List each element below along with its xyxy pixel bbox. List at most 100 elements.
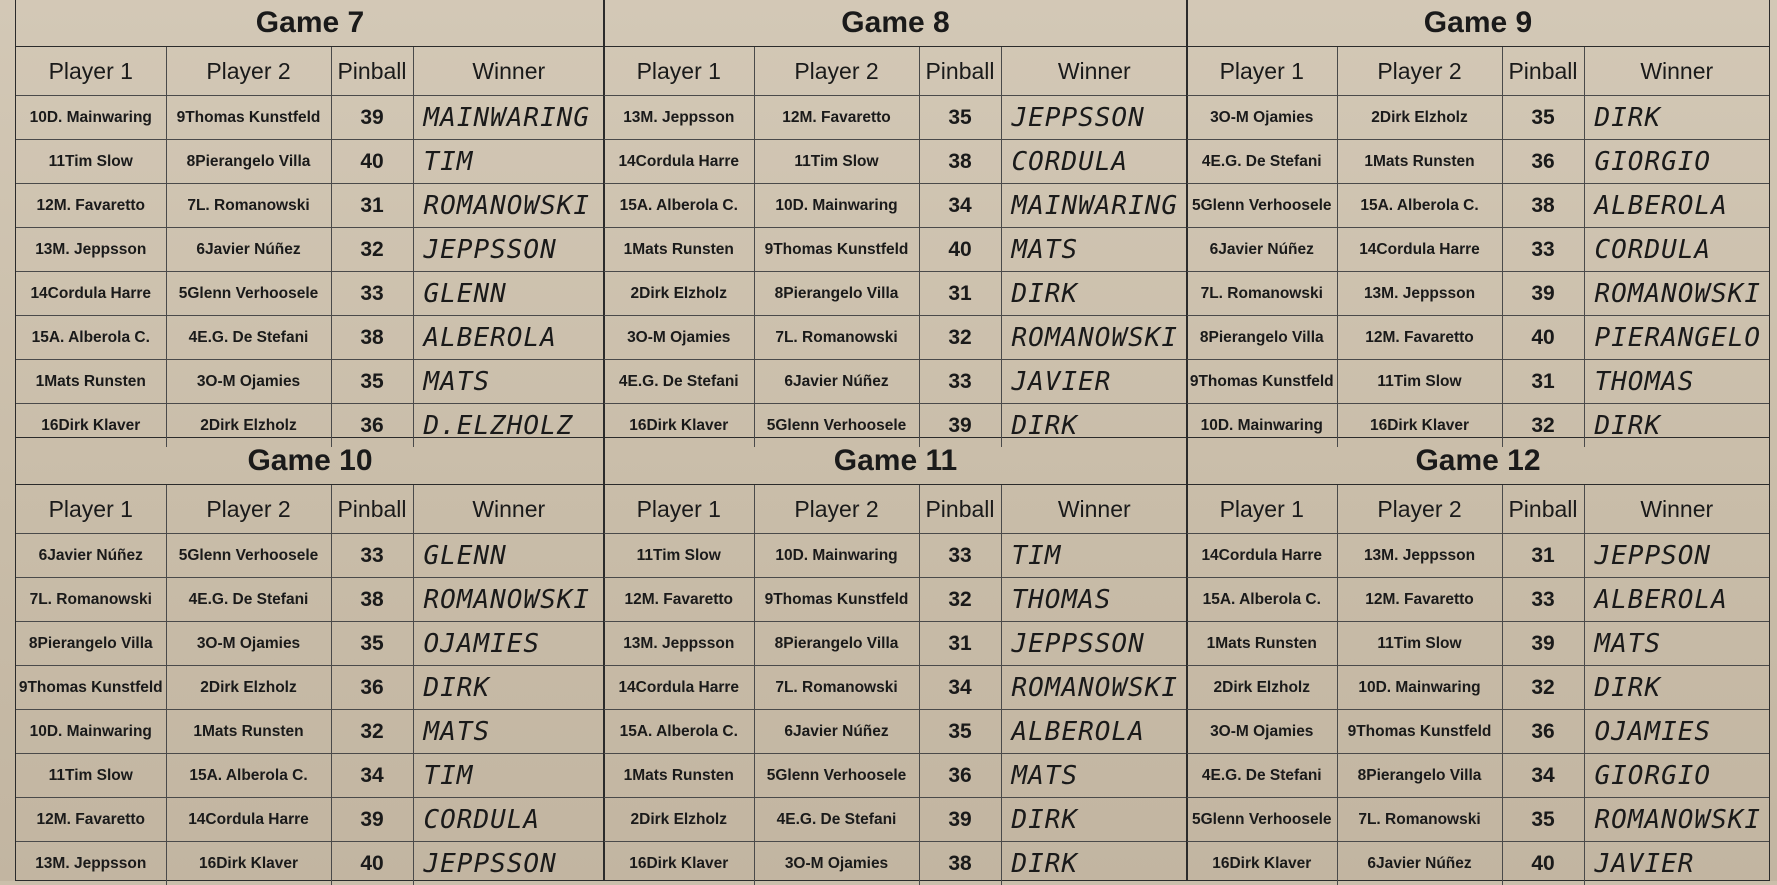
player2-cell: 6Javier Núñez (754, 710, 919, 754)
player1-cell: 13M. Jeppsson (604, 96, 754, 140)
player1-cell: 4E.G. De Stefani (1187, 140, 1337, 184)
player1-cell: 12M. Favaretto (16, 798, 166, 842)
winner-handwritten: TIM (1001, 534, 1187, 578)
player2-cell: 16Dirk Klaver (166, 842, 331, 885)
game-panel: Game 10Player 1Player 2PinballWinner6Jav… (15, 438, 605, 881)
player1-cell: 7L. Romanowski (1187, 272, 1337, 316)
winner-handwritten: CORDULA (1584, 228, 1769, 272)
winner-handwritten: MATS (413, 710, 604, 754)
player2-cell: 2Dirk Elzholz (1337, 96, 1502, 140)
winner-handwritten: CORDULA (1001, 140, 1187, 184)
game-panel: Game 9Player 1Player 2PinballWinner3O-M … (1186, 0, 1770, 438)
player1-cell: 13M. Jeppsson (604, 622, 754, 666)
header-row: Player 1Player 2PinballWinner (16, 485, 604, 534)
player1-cell: 13M. Jeppsson (16, 228, 166, 272)
player2-cell: 13M. Jeppsson (1337, 534, 1502, 578)
player2-header: Player 2 (754, 485, 919, 534)
player2-cell: 7L. Romanowski (166, 184, 331, 228)
winner-header: Winner (1001, 485, 1187, 534)
player2-cell: 5Glenn Verhoosele (166, 534, 331, 578)
player2-cell: 8Pierangelo Villa (754, 622, 919, 666)
table-row: 10D. Mainwaring1Mats Runsten32MATS (16, 710, 604, 754)
player1-cell: 9Thomas Kunstfeld (16, 666, 166, 710)
table-row: 1Mats Runsten5Glenn Verhoosele36MATS (604, 754, 1187, 798)
player1-cell: 8Pierangelo Villa (1187, 316, 1337, 360)
pinball-cell: 39 (331, 798, 413, 842)
player2-cell: 4E.G. De Stefani (754, 798, 919, 842)
player2-cell: 5Glenn Verhoosele (754, 754, 919, 798)
player1-cell: 15A. Alberola C. (16, 316, 166, 360)
player2-cell: 15A. Alberola C. (1337, 184, 1502, 228)
pinball-cell: 38 (1502, 184, 1584, 228)
player1-cell: 5Glenn Verhoosele (1187, 798, 1337, 842)
player1-cell: 6Javier Núñez (1187, 228, 1337, 272)
winner-handwritten: ALBEROLA (413, 316, 604, 360)
player2-header: Player 2 (166, 485, 331, 534)
player2-cell: 11Tim Slow (1337, 360, 1502, 404)
pinball-cell: 32 (919, 316, 1001, 360)
player1-cell: 14Cordula Harre (604, 140, 754, 184)
player1-cell: 15A. Alberola C. (604, 710, 754, 754)
player2-cell: 5Glenn Verhoosele (166, 272, 331, 316)
table-row: 12M. Favaretto7L. Romanowski31ROMANOWSKI (16, 184, 604, 228)
table-row: 15A. Alberola C.12M. Favaretto33ALBEROLA (1187, 578, 1769, 622)
pinball-cell: 31 (1502, 360, 1584, 404)
pinball-cell: 32 (1502, 666, 1584, 710)
winner-header: Winner (413, 485, 604, 534)
winner-handwritten: THOMAS (1584, 360, 1769, 404)
pinball-cell: 35 (1502, 798, 1584, 842)
player2-cell: 4E.G. De Stefani (166, 316, 331, 360)
winner-handwritten: JEPPSSON (413, 228, 604, 272)
pinball-cell: 38 (919, 842, 1001, 885)
pinball-cell: 36 (1502, 710, 1584, 754)
game-title: Game 11 (604, 438, 1187, 485)
table-row: 14Cordula Harre11Tim Slow38CORDULA (604, 140, 1187, 184)
winner-header: Winner (1584, 47, 1769, 96)
player1-cell: 1Mats Runsten (1187, 622, 1337, 666)
player1-cell: 13M. Jeppsson (16, 842, 166, 885)
table-row: 12M. Favaretto14Cordula Harre39CORDULA (16, 798, 604, 842)
pinball-cell: 34 (1502, 754, 1584, 798)
winner-handwritten: ALBEROLA (1584, 184, 1769, 228)
winner-handwritten: MAINWARING (1001, 184, 1187, 228)
table-row: 14Cordula Harre7L. Romanowski34ROMANOWSK… (604, 666, 1187, 710)
winner-handwritten: GIORGIO (1584, 754, 1769, 798)
winner-handwritten: MATS (1584, 622, 1769, 666)
table-row: 5Glenn Verhoosele15A. Alberola C.38ALBER… (1187, 184, 1769, 228)
winner-handwritten: OJAMIES (413, 622, 604, 666)
header-row: Player 1Player 2PinballWinner (1187, 47, 1769, 96)
winner-header: Winner (1584, 485, 1769, 534)
table-row: 15A. Alberola C.4E.G. De Stefani38ALBERO… (16, 316, 604, 360)
player2-cell: 13M. Jeppsson (1337, 272, 1502, 316)
header-row: Player 1Player 2PinballWinner (16, 47, 604, 96)
table-row: 9Thomas Kunstfeld2Dirk Elzholz36DIRK (16, 666, 604, 710)
player2-cell: 9Thomas Kunstfeld (754, 228, 919, 272)
winner-handwritten: JAVIER (1001, 360, 1187, 404)
game-title: Game 8 (604, 0, 1187, 47)
pinball-cell: 34 (919, 184, 1001, 228)
player1-cell: 15A. Alberola C. (604, 184, 754, 228)
pinball-cell: 32 (919, 578, 1001, 622)
player1-cell: 15A. Alberola C. (1187, 578, 1337, 622)
table-row: 10D. Mainwaring9Thomas Kunstfeld39MAINWA… (16, 96, 604, 140)
winner-handwritten: GLENN (413, 272, 604, 316)
player2-cell: 8Pierangelo Villa (166, 140, 331, 184)
player2-cell: 9Thomas Kunstfeld (1337, 710, 1502, 754)
player1-cell: 10D. Mainwaring (16, 710, 166, 754)
winner-handwritten: JEPPSSON (1001, 96, 1187, 140)
winner-handwritten: JEPPSSON (413, 842, 604, 885)
player1-cell: 10D. Mainwaring (16, 96, 166, 140)
player2-cell: 1Mats Runsten (166, 710, 331, 754)
winner-handwritten: MAINWARING (413, 96, 604, 140)
player2-cell: 3O-M Ojamies (754, 842, 919, 885)
player1-cell: 1Mats Runsten (16, 360, 166, 404)
player1-cell: 3O-M Ojamies (604, 316, 754, 360)
pinball-cell: 35 (919, 96, 1001, 140)
winner-handwritten: DIRK (1001, 272, 1187, 316)
winner-handwritten: GIORGIO (1584, 140, 1769, 184)
winner-handwritten: ROMANOWSKI (1001, 666, 1187, 710)
table-row: 9Thomas Kunstfeld11Tim Slow31THOMAS (1187, 360, 1769, 404)
player2-cell: 7L. Romanowski (754, 316, 919, 360)
game-title: Game 10 (16, 438, 604, 485)
winner-handwritten: DIRK (1001, 798, 1187, 842)
